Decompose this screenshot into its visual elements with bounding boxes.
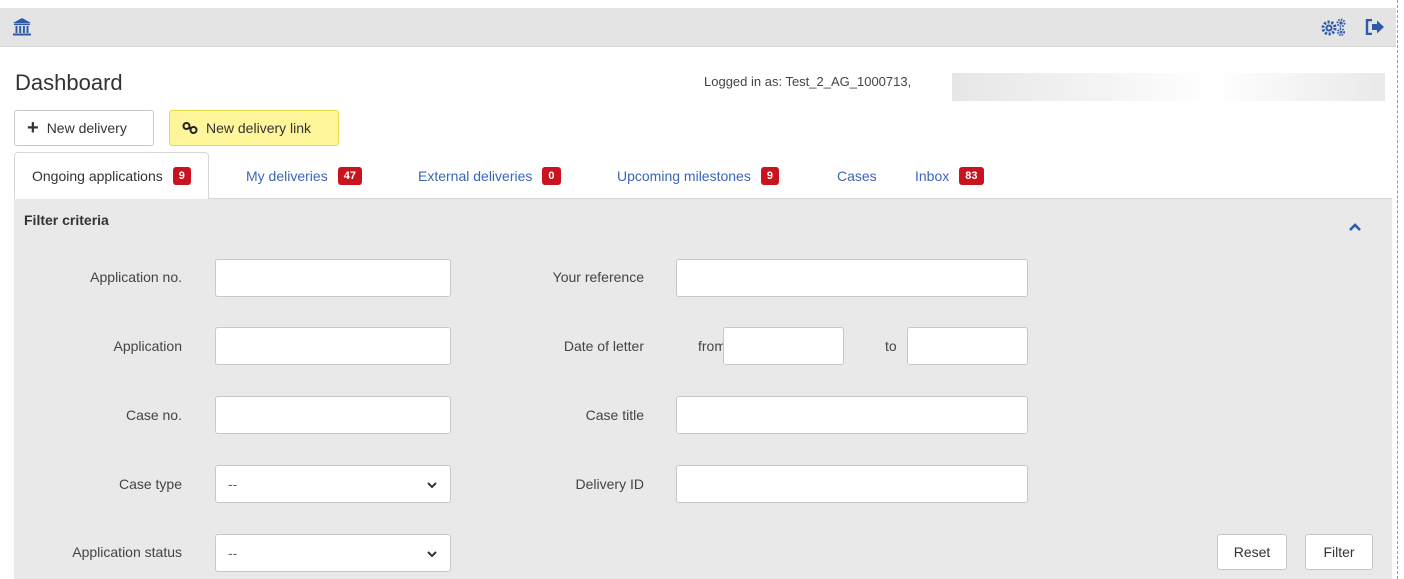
application-label: Application bbox=[113, 338, 183, 354]
tab-label: My deliveries bbox=[246, 167, 328, 184]
filter-button[interactable]: Filter bbox=[1305, 534, 1373, 570]
filter-panel: Filter criteria Application no. Applicat… bbox=[14, 199, 1392, 579]
count-badge: 47 bbox=[337, 166, 362, 185]
tab-label: Upcoming milestones bbox=[617, 167, 751, 184]
count-badge: 0 bbox=[542, 166, 561, 185]
case-type-label: Case type bbox=[118, 476, 182, 492]
case-no-input[interactable] bbox=[215, 396, 451, 434]
application-status-select[interactable]: -- bbox=[215, 534, 451, 572]
link-icon bbox=[182, 122, 198, 134]
new-delivery-label: New delivery bbox=[46, 120, 127, 136]
top-bar bbox=[0, 8, 1396, 47]
case-type-select[interactable]: -- bbox=[215, 465, 451, 503]
date-to-label: to bbox=[885, 338, 897, 354]
chevron-down-icon bbox=[427, 551, 437, 558]
application-no-input[interactable] bbox=[215, 259, 451, 297]
selected-value: -- bbox=[228, 476, 238, 492]
plus-icon: + bbox=[27, 117, 39, 139]
new-delivery-button[interactable]: + New delivery bbox=[14, 110, 154, 146]
new-delivery-link-label: New delivery link bbox=[206, 120, 312, 136]
logged-in-label: Logged in as: Test_2_AG_1000713, bbox=[704, 74, 912, 89]
your-reference-label: Your reference bbox=[552, 269, 644, 285]
count-badge: 9 bbox=[172, 167, 191, 185]
delivery-id-input[interactable] bbox=[676, 465, 1028, 503]
page-edge bbox=[1397, 0, 1398, 579]
count-badge: 9 bbox=[760, 166, 779, 185]
application-input[interactable] bbox=[215, 327, 451, 365]
gears-icon[interactable] bbox=[1320, 17, 1348, 40]
selected-value: -- bbox=[228, 545, 238, 561]
date-from-label: from bbox=[698, 338, 726, 354]
date-from-input[interactable] bbox=[723, 327, 844, 365]
tab-inbox[interactable]: Inbox 83 bbox=[898, 152, 1001, 199]
redacted-username bbox=[952, 73, 1385, 101]
tab-ongoing-applications[interactable]: Ongoing applications 9 bbox=[14, 152, 209, 200]
application-status-label: Application status bbox=[72, 544, 182, 560]
tab-label: Inbox bbox=[915, 167, 950, 184]
tab-label: Cases bbox=[837, 167, 877, 184]
reset-button[interactable]: Reset bbox=[1217, 534, 1287, 570]
tab-external-deliveries[interactable]: External deliveries 0 bbox=[401, 152, 578, 199]
tab-my-deliveries[interactable]: My deliveries 47 bbox=[229, 152, 379, 199]
new-delivery-link-button[interactable]: New delivery link bbox=[169, 110, 339, 146]
application-no-label: Application no. bbox=[90, 269, 182, 285]
case-title-input[interactable] bbox=[676, 396, 1028, 434]
tab-label: External deliveries bbox=[418, 167, 533, 184]
chevron-down-icon bbox=[427, 482, 437, 489]
tab-bar: Ongoing applications 9 My deliveries 47 … bbox=[14, 152, 1392, 200]
tab-label: Ongoing applications bbox=[32, 168, 163, 184]
case-no-label: Case no. bbox=[125, 407, 182, 423]
case-title-label: Case title bbox=[585, 407, 644, 423]
sign-out-icon[interactable] bbox=[1365, 18, 1385, 38]
page-title: Dashboard bbox=[15, 70, 123, 95]
date-to-input[interactable] bbox=[907, 327, 1028, 365]
delivery-id-label: Delivery ID bbox=[575, 476, 644, 492]
your-reference-input[interactable] bbox=[676, 259, 1028, 297]
date-of-letter-label: Date of letter bbox=[563, 338, 644, 354]
count-badge: 83 bbox=[959, 166, 984, 185]
bank-icon[interactable] bbox=[12, 17, 32, 40]
chevron-up-icon[interactable] bbox=[1348, 219, 1362, 235]
tab-cases[interactable]: Cases bbox=[820, 152, 894, 199]
tab-upcoming-milestones[interactable]: Upcoming milestones 9 bbox=[600, 152, 796, 199]
filter-title: Filter criteria bbox=[24, 212, 109, 228]
